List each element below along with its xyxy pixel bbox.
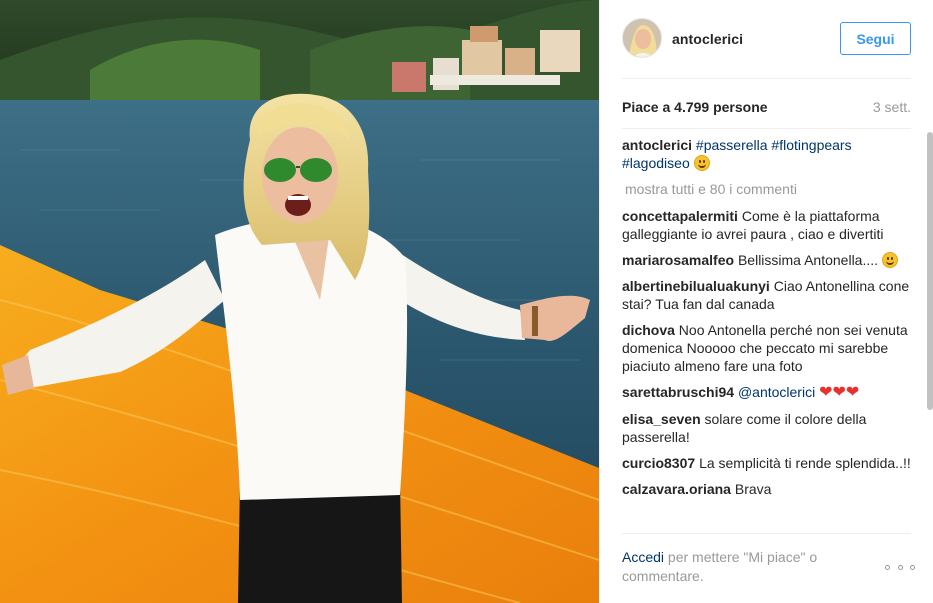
comment-username[interactable]: curcio8307 [622, 455, 695, 471]
avatar-icon[interactable] [622, 18, 662, 58]
photo-lake-passerella [0, 0, 599, 603]
hashtag-flotingpears[interactable]: #flotingpears [771, 137, 851, 153]
likes-count[interactable]: Piace a 4.799 persone [622, 99, 768, 115]
follow-button[interactable]: Segui [840, 22, 911, 55]
header-username[interactable]: antoclerici [672, 31, 743, 47]
hashtag-lagodiseo[interactable]: #lagodiseo [622, 155, 690, 171]
divider [622, 78, 911, 79]
post-time[interactable]: 3 sett. [873, 99, 911, 115]
post-header: antoclerici Segui [600, 0, 933, 78]
scrollbar-thumb[interactable] [927, 132, 933, 410]
post-side-panel: antoclerici Segui Piace a 4.799 persone … [599, 0, 933, 603]
list-item: mariarosamalfeo Bellissima Antonella.... [622, 251, 911, 269]
comment-text: Brava [734, 481, 772, 497]
list-item: calzavara.oriana Brava [622, 480, 911, 498]
comment-mention[interactable]: @antoclerici [738, 384, 815, 400]
post-photo[interactable] [0, 0, 599, 603]
comment-username[interactable]: calzavara.oriana [622, 481, 731, 497]
load-more-comments[interactable]: mostra tutti e 80 i commenti [625, 180, 911, 198]
list-item: dichova Noo Antonella perché non sei ven… [622, 321, 911, 375]
login-link[interactable]: Accedi [622, 549, 664, 565]
list-item: albertinebilualuakunyi Ciao Antonellina … [622, 277, 911, 313]
list-item: curcio8307 La semplicità ti rende splend… [622, 454, 911, 472]
divider [622, 128, 911, 129]
login-prompt: Accedi per mettere "Mi piace" o commenta… [622, 548, 882, 586]
comment-username[interactable]: elisa_seven [622, 411, 701, 427]
comment-username[interactable]: dichova [622, 322, 675, 338]
comment-username[interactable]: sarettabruschi94 [622, 384, 734, 400]
comments-scrollbar[interactable] [927, 132, 933, 532]
dot-icon [910, 564, 915, 570]
comment-username[interactable]: mariarosamalfeo [622, 252, 734, 268]
dot-icon [885, 564, 890, 570]
comment-text: Bellissima Antonella.... [737, 252, 879, 268]
heart-icon: ❤❤❤ [819, 384, 860, 401]
likes-row: Piace a 4.799 persone 3 sett. [622, 99, 911, 117]
more-options-icon[interactable] [885, 558, 915, 576]
list-item: sarettabruschi94 @antoclerici ❤❤❤ [622, 383, 911, 402]
divider [622, 533, 911, 534]
comments-list[interactable]: antoclerici #passerella #flotingpears #l… [622, 136, 911, 534]
comment-text: La semplicità ti rende splendida..!! [699, 455, 911, 471]
hashtag-passerella[interactable]: #passerella [696, 137, 768, 153]
list-item: elisa_seven solare come il colore della … [622, 410, 911, 446]
caption-username[interactable]: antoclerici [622, 137, 692, 153]
list-item: concettapalermiti Come è la piattaforma … [622, 207, 911, 243]
caption: antoclerici #passerella #flotingpears #l… [622, 136, 911, 172]
dot-icon [897, 564, 903, 570]
smile-emoji-icon [881, 252, 898, 268]
smile-emoji-icon [693, 155, 710, 171]
comment-username[interactable]: concettapalermiti [622, 208, 738, 224]
comment-username[interactable]: albertinebilualuakunyi [622, 278, 770, 294]
